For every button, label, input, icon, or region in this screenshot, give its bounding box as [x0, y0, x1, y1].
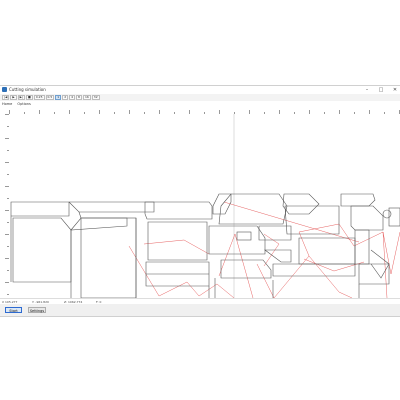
close-icon[interactable]: ✕ [392, 86, 398, 94]
speed-button[interactable]: 4 [69, 95, 76, 100]
maximize-icon[interactable]: □ [378, 86, 384, 94]
start-button[interactable]: Start [5, 307, 22, 313]
simulation-canvas[interactable] [9, 114, 400, 298]
step-forward-button[interactable]: ▶| [17, 95, 25, 100]
speed-button[interactable]: 2 [62, 95, 69, 100]
cutting-simulation-window: Cutting simulation – □ ✕ |◀ ▶ ▶| ■ 0.25 … [0, 85, 400, 317]
title-bar: Cutting simulation – □ ✕ [0, 86, 400, 94]
app-icon [2, 87, 7, 92]
play-button[interactable]: ▶ [10, 95, 17, 100]
bottom-bar: Start Settings [0, 304, 400, 316]
window-title: Cutting simulation [9, 87, 46, 92]
speed-button-selected[interactable]: 1 [55, 95, 62, 100]
minimize-icon[interactable]: – [364, 86, 370, 94]
part-outlines [10, 193, 400, 298]
settings-button[interactable]: Settings [28, 307, 46, 313]
nesting-drawing [10, 114, 400, 298]
rewind-button[interactable]: |◀ [2, 95, 10, 100]
window-controls: – □ ✕ [364, 86, 398, 94]
speed-button[interactable]: 32 [91, 95, 100, 100]
speed-button[interactable]: 0.25 [33, 95, 45, 100]
playback-toolbar: |◀ ▶ ▶| ■ 0.25 0.5 1 2 4 8 16 32 [0, 94, 400, 101]
speed-button[interactable]: 16 [82, 95, 91, 100]
toolpath [128, 201, 400, 298]
stop-button[interactable]: ■ [25, 95, 33, 100]
speed-button[interactable]: 0.5 [45, 95, 55, 100]
speed-button[interactable]: 8 [76, 95, 82, 100]
